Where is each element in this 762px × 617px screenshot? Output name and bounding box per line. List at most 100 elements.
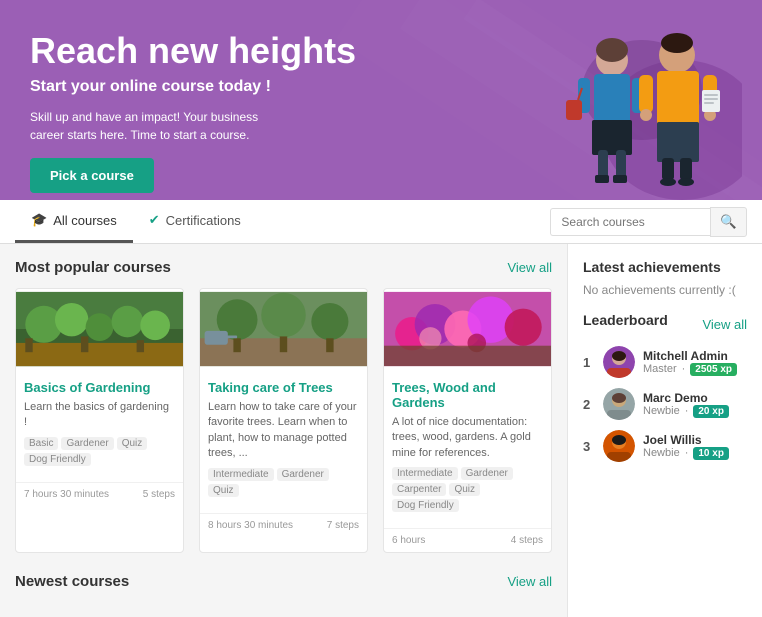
leaderboard-info-3: Joel Willis Newbie · 10 xp: [643, 433, 747, 460]
search-bar: 🔍: [550, 207, 747, 237]
certifications-label: Certifications: [166, 213, 241, 228]
newest-section: Newest courses View all: [15, 573, 552, 590]
course-card-1[interactable]: Basics of Gardening Learn the basics of …: [15, 288, 184, 553]
course-footer-2: 8 hours 30 minutes 7 steps: [200, 513, 367, 537]
course-steps-3: 4 steps: [511, 535, 543, 546]
tab-all-courses[interactable]: 🎓 All courses: [15, 200, 133, 243]
course-img-wood: [384, 289, 551, 369]
course-steps-1: 5 steps: [143, 489, 175, 500]
popular-section-title: Most popular courses: [15, 259, 171, 276]
tag-basic: Basic: [24, 437, 58, 450]
hero-description: Skill up and have an impact! Your busine…: [30, 108, 270, 144]
xp-badge-2: 20 xp: [693, 405, 729, 418]
newest-view-all[interactable]: View all: [507, 574, 552, 589]
leaderboard-level-1: Master: [643, 363, 677, 375]
course-desc-1: Learn the basics of gardening !: [24, 400, 175, 431]
search-icon: 🔍: [720, 214, 737, 229]
leaderboard-title: Leaderboard: [583, 312, 668, 328]
leaderboard-header: Leaderboard View all: [583, 312, 747, 336]
leaderboard-meta-2: Newbie · 20 xp: [643, 405, 747, 418]
newest-section-header: Newest courses View all: [15, 573, 552, 590]
leaderboard-level-2: Newbie: [643, 405, 680, 417]
course-title-3[interactable]: Trees, Wood and Gardens: [392, 380, 543, 410]
course-duration-1: 7 hours 30 minutes: [24, 489, 109, 500]
all-courses-label: All courses: [53, 213, 117, 228]
dot-3: ·: [685, 447, 689, 459]
leaderboard-view-all[interactable]: View all: [702, 317, 747, 332]
leaderboard-name-1: Mitchell Admin: [643, 349, 747, 363]
tag-quiz: Quiz: [117, 437, 148, 450]
tag-intermediate-3: Intermediate: [392, 467, 458, 480]
hero-banner: Reach new heights Start your online cour…: [0, 0, 762, 200]
course-desc-2: Learn how to take care of your favorite …: [208, 400, 359, 462]
course-body-3: Trees, Wood and Gardens A lot of nice do…: [384, 372, 551, 528]
avatar-2: [603, 388, 635, 420]
course-img-gardening: [16, 289, 183, 369]
courses-grid: Basics of Gardening Learn the basics of …: [15, 288, 552, 553]
course-footer-3: 6 hours 4 steps: [384, 528, 551, 552]
pick-course-button[interactable]: Pick a course: [30, 158, 154, 193]
course-body-1: Basics of Gardening Learn the basics of …: [16, 372, 183, 482]
course-duration-3: 6 hours: [392, 535, 425, 546]
search-button[interactable]: 🔍: [710, 207, 747, 237]
tag-quiz-3: Quiz: [449, 483, 480, 496]
avatar-img-2: [603, 388, 635, 420]
course-title-2[interactable]: Taking care of Trees: [208, 380, 359, 395]
leaderboard-item-1: 1 Mitchell Admin Master · 2505 xp: [583, 346, 747, 378]
leaderboard-name-3: Joel Willis: [643, 433, 747, 447]
course-tags-1: Basic Gardener Quiz Dog Friendly: [24, 437, 175, 466]
search-input[interactable]: [550, 208, 710, 236]
avatar-1: [603, 346, 635, 378]
course-body-2: Taking care of Trees Learn how to take c…: [200, 372, 367, 513]
newest-section-title: Newest courses: [15, 573, 129, 590]
rank-2: 2: [583, 397, 595, 412]
course-img-trees: [200, 289, 367, 369]
hero-illustration: [482, 10, 742, 200]
main-content: Most popular courses View all: [0, 244, 567, 617]
dot-1: ·: [682, 363, 686, 375]
avatar-3: [603, 430, 635, 462]
navbar: 🎓 All courses ✔ Certifications 🔍: [0, 200, 762, 244]
tag-dog-friendly-3: Dog Friendly: [392, 499, 459, 512]
leaderboard-level-3: Newbie: [643, 447, 680, 459]
leaderboard-meta-1: Master · 2505 xp: [643, 363, 747, 376]
main-container: Most popular courses View all: [0, 244, 762, 617]
course-tags-3: Intermediate Gardener Carpenter Quiz Dog…: [392, 467, 543, 512]
xp-badge-3: 10 xp: [693, 447, 729, 460]
course-steps-2: 7 steps: [327, 520, 359, 531]
graduation-icon: 🎓: [31, 212, 47, 228]
no-achievements-text: No achievements currently :(: [583, 283, 747, 297]
xp-badge-1: 2505 xp: [690, 363, 737, 376]
tag-dog-friendly: Dog Friendly: [24, 453, 91, 466]
course-duration-2: 8 hours 30 minutes: [208, 520, 293, 531]
tab-certifications[interactable]: ✔ Certifications: [133, 200, 257, 243]
course-title-1[interactable]: Basics of Gardening: [24, 380, 175, 395]
leaderboard-meta-3: Newbie · 10 xp: [643, 447, 747, 460]
course-desc-3: A lot of nice documentation: trees, wood…: [392, 415, 543, 461]
course-card-3[interactable]: Trees, Wood and Gardens A lot of nice do…: [383, 288, 552, 553]
check-icon: ✔: [149, 212, 160, 228]
dot-2: ·: [685, 405, 689, 417]
popular-view-all[interactable]: View all: [507, 260, 552, 275]
tag-gardener: Gardener: [61, 437, 113, 450]
achievements-title: Latest achievements: [583, 259, 747, 275]
tag-quiz-2: Quiz: [208, 484, 239, 497]
popular-section-header: Most popular courses View all: [15, 259, 552, 276]
tag-gardener-3: Gardener: [461, 467, 513, 480]
tag-intermediate: Intermediate: [208, 468, 274, 481]
rank-3: 3: [583, 439, 595, 454]
avatar-img-1: [603, 346, 635, 378]
course-tags-2: Intermediate Gardener Quiz: [208, 468, 359, 497]
leaderboard-name-2: Marc Demo: [643, 391, 747, 405]
sidebar: Latest achievements No achievements curr…: [567, 244, 762, 617]
leaderboard-item-2: 2 Marc Demo Newbie · 20 xp: [583, 388, 747, 420]
course-footer-1: 7 hours 30 minutes 5 steps: [16, 482, 183, 506]
tag-carpenter-3: Carpenter: [392, 483, 446, 496]
leaderboard-info-2: Marc Demo Newbie · 20 xp: [643, 391, 747, 418]
course-card-2[interactable]: Taking care of Trees Learn how to take c…: [199, 288, 368, 553]
rank-1: 1: [583, 355, 595, 370]
leaderboard-info-1: Mitchell Admin Master · 2505 xp: [643, 349, 747, 376]
tag-gardener-2: Gardener: [277, 468, 329, 481]
leaderboard-item-3: 3 Joel Willis Newbie · 10 xp: [583, 430, 747, 462]
avatar-img-3: [603, 430, 635, 462]
